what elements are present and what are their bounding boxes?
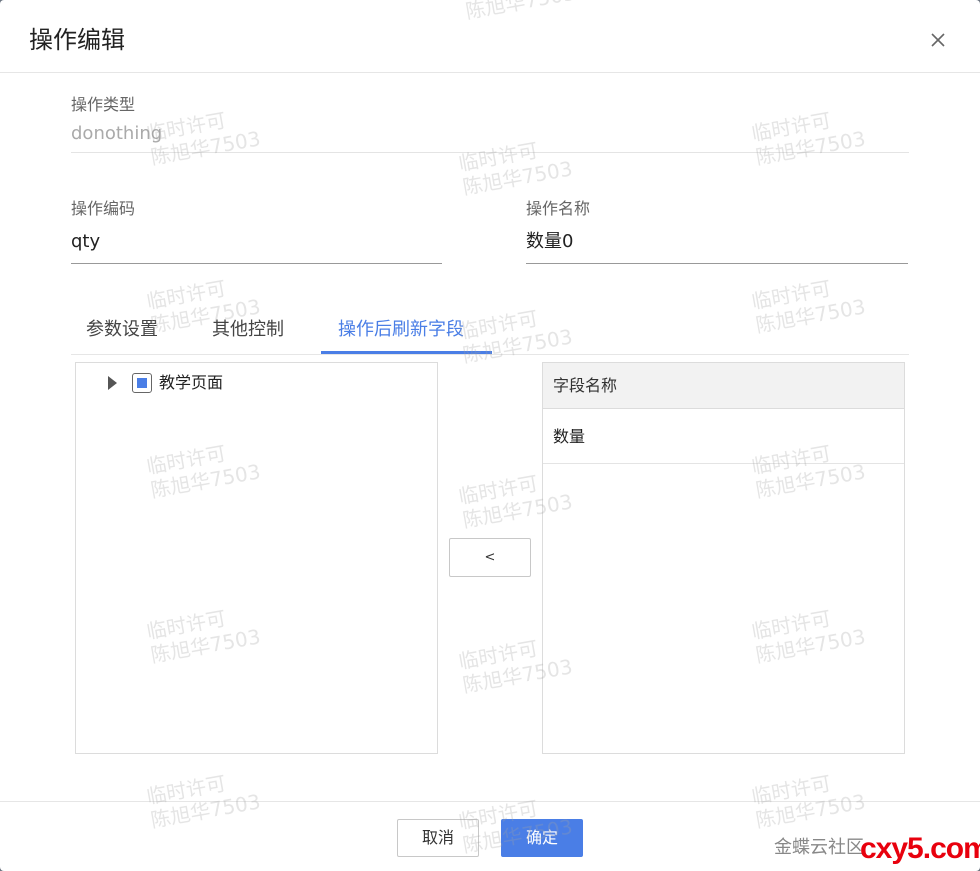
site-logo: cxy5.com xyxy=(860,832,980,865)
field-tree-panel: 教学页面 xyxy=(75,362,438,754)
move-left-button[interactable]: < xyxy=(449,538,531,577)
grid-header: 字段名称 xyxy=(543,363,904,409)
selected-fields-grid: 字段名称 数量 xyxy=(542,362,905,754)
license-watermark: 临时许可 陈旭华7503 xyxy=(749,108,868,170)
operation-edit-dialog: 操作编辑 操作类型 donothing 操作编码 qty 操作名称 数量0 参数… xyxy=(0,0,980,871)
active-tab-indicator xyxy=(321,351,492,354)
tab-other-controls[interactable]: 其他控制 xyxy=(212,318,284,342)
tree-node[interactable]: 教学页面 xyxy=(106,371,306,395)
op-name-field[interactable]: 数量0 xyxy=(526,230,573,254)
op-type-underline xyxy=(71,152,909,153)
op-name-underline xyxy=(526,263,908,264)
site-watermark-text: 金蝶云社区 xyxy=(774,837,864,858)
cancel-button[interactable]: 取消 xyxy=(397,819,479,857)
op-type-value: donothing xyxy=(71,123,163,144)
tree-node-label[interactable]: 教学页面 xyxy=(159,371,223,395)
table-cell-field-name: 数量 xyxy=(553,427,586,446)
op-code-label: 操作编码 xyxy=(71,199,136,218)
caret-right-icon[interactable] xyxy=(108,376,117,390)
table-row[interactable]: 数量 xyxy=(543,409,904,464)
license-watermark: 临时许可 陈旭华7503 xyxy=(144,108,263,170)
tab-refresh-fields[interactable]: 操作后刷新字段 xyxy=(338,318,464,342)
op-type-label: 操作类型 xyxy=(71,95,136,114)
op-code-underline xyxy=(71,263,442,264)
column-header-field-name[interactable]: 字段名称 xyxy=(553,375,617,397)
op-code-field[interactable]: qty xyxy=(71,230,100,254)
tab-parameter-settings[interactable]: 参数设置 xyxy=(86,318,158,342)
op-name-label: 操作名称 xyxy=(526,199,591,218)
close-icon[interactable] xyxy=(928,30,948,50)
dialog-title: 操作编辑 xyxy=(29,26,125,54)
confirm-button[interactable]: 确定 xyxy=(501,819,583,857)
license-watermark: 临时许可 陈旭华7503 xyxy=(456,138,575,200)
dialog-header: 操作编辑 xyxy=(0,0,980,73)
checkbox-partial-icon[interactable] xyxy=(132,373,152,393)
tab-bar: 参数设置 其他控制 操作后刷新字段 xyxy=(71,308,909,355)
